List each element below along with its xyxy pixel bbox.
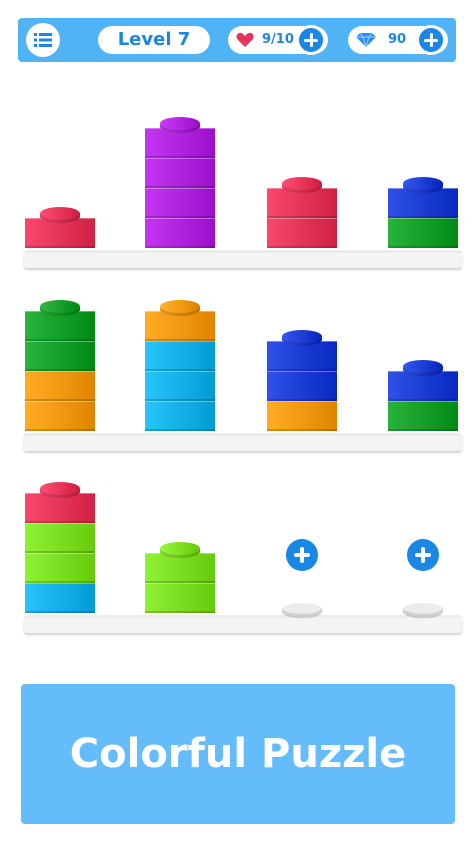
title-banner: Colorful Puzzle xyxy=(21,684,455,824)
stack-block-orange[interactable] xyxy=(25,371,95,401)
stack-block-cyan[interactable] xyxy=(145,341,215,371)
stack-block-lime[interactable] xyxy=(145,583,215,613)
stack-block-red[interactable] xyxy=(267,218,337,248)
stack-peg-cap[interactable] xyxy=(160,542,200,558)
stack-block-purple[interactable] xyxy=(145,218,215,248)
stack-block-lime[interactable] xyxy=(25,553,95,583)
top-bar: Level 7 9/10 90 xyxy=(18,18,456,62)
stack-block-cyan[interactable] xyxy=(145,401,215,431)
stack-block-green[interactable] xyxy=(388,401,458,431)
gems-value: 90 xyxy=(388,32,407,47)
stack-block-purple[interactable] xyxy=(145,188,215,218)
stack-peg-cap[interactable] xyxy=(40,482,80,498)
plus-icon xyxy=(407,539,439,571)
lives-value: 9/10 xyxy=(262,32,294,47)
stack-block-green[interactable] xyxy=(25,341,95,371)
add-lives-button[interactable] xyxy=(296,25,326,55)
level-indicator: Level 7 xyxy=(98,26,210,54)
stack-peg-cap[interactable] xyxy=(282,177,322,193)
banner-title: Colorful Puzzle xyxy=(69,731,407,777)
stack-peg-cap[interactable] xyxy=(40,207,80,223)
stack-peg-cap[interactable] xyxy=(40,300,80,316)
stack-peg-cap[interactable] xyxy=(282,330,322,346)
stack-block-lime[interactable] xyxy=(25,523,95,553)
add-peg-button[interactable] xyxy=(282,535,322,575)
stack-block-purple[interactable] xyxy=(145,158,215,188)
shelf xyxy=(24,433,462,451)
stack-peg-cap[interactable] xyxy=(403,360,443,376)
stack-block-cyan[interactable] xyxy=(145,371,215,401)
stack-block-orange[interactable] xyxy=(25,401,95,431)
plus-icon xyxy=(286,539,318,571)
stack-peg-cap[interactable] xyxy=(403,177,443,193)
menu-list-icon xyxy=(34,33,52,47)
heart-icon xyxy=(236,32,254,47)
stack-block-orange[interactable] xyxy=(267,401,337,431)
shelf xyxy=(24,615,462,633)
stack-block-green[interactable] xyxy=(388,218,458,248)
stack-peg-cap[interactable] xyxy=(160,300,200,316)
menu-button[interactable] xyxy=(26,23,60,57)
gems-counter: 90 xyxy=(348,25,448,55)
stack-peg-cap[interactable] xyxy=(160,117,200,133)
lives-counter: 9/10 xyxy=(228,25,328,55)
empty-peg[interactable] xyxy=(282,603,322,617)
add-peg-button[interactable] xyxy=(403,535,443,575)
add-gems-button[interactable] xyxy=(416,25,446,55)
empty-peg[interactable] xyxy=(403,603,443,617)
shelf xyxy=(24,250,462,268)
stack-block-blue[interactable] xyxy=(267,371,337,401)
stack-block-cyan[interactable] xyxy=(25,583,95,613)
diamond-icon xyxy=(356,32,376,48)
